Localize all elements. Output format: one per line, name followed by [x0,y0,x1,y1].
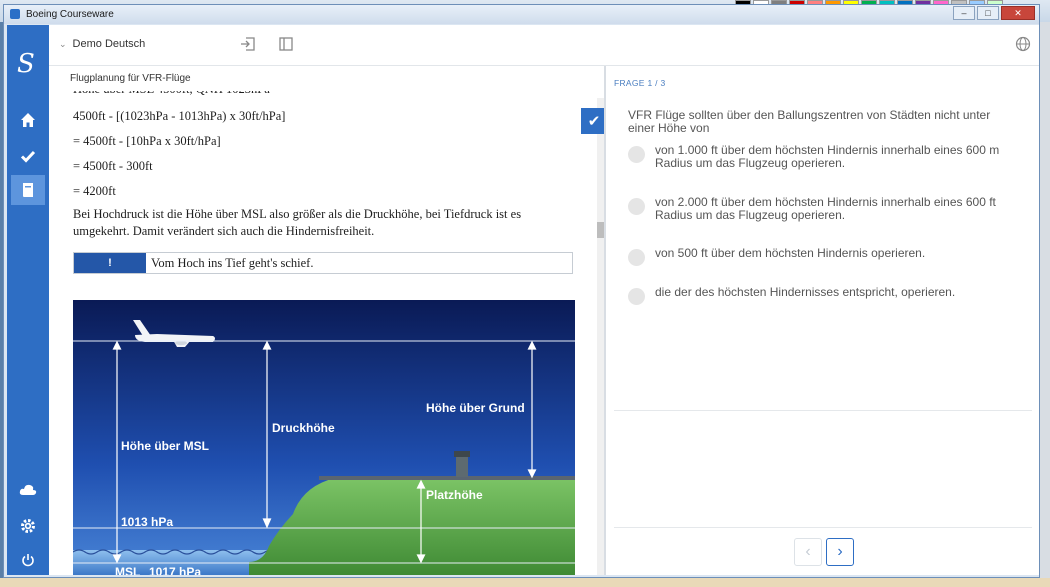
answer-option[interactable]: von 2.000 ft über dem höchsten Hindernis… [628,196,1018,222]
course-select[interactable]: ⌄ Demo Deutsch [59,38,145,50]
cloud-icon[interactable] [11,475,45,505]
gear-icon[interactable] [11,511,45,541]
desktop-background-right [1040,22,1050,578]
calc-line: = 4500ft - 300ft [73,159,153,173]
app-logo-icon: S [17,49,35,79]
answer-text[interactable]: die der des höchsten Hindernisses entspr… [655,286,955,305]
label-ground-height: Höhe über Grund [426,401,525,415]
answer-option[interactable]: von 1.000 ft über dem höchsten Hindernis… [628,144,1018,170]
answer-option[interactable]: von 500 ft über dem höchsten Hindernis o… [628,247,1018,266]
tower-icon [456,455,468,477]
home-icon[interactable] [11,105,45,135]
label-field-height: Platzhöhe [426,488,483,502]
chevron-left-icon: ‹ [805,543,811,560]
tip-box: ! Vom Hoch ins Tief geht's schief. [73,252,573,274]
close-button[interactable]: ✕ [1001,6,1035,20]
answer-text[interactable]: von 500 ft über dem höchsten Hindernis o… [655,247,925,266]
calc-line: 4500ft - [(1023hPa - 1013hPa) x 30ft/hPa… [73,109,286,123]
divider-line [614,527,1032,528]
globe-icon[interactable] [1014,35,1032,53]
next-button[interactable]: › [826,538,854,566]
content-pane: Höhe über MSL 4500ft, QNH 1023hPa 4500ft… [49,66,604,575]
window-titlebar: Boeing Courseware – □ ✕ [4,5,1039,24]
checkmark-icon[interactable] [11,141,45,171]
tip-icon: ! [74,253,146,273]
minimize-button[interactable]: – [953,6,975,20]
question-pane: FRAGE 1 / 3 VFR Flüge sollten über den B… [606,66,1039,575]
lesson-text: Höhe über MSL 4500ft, QNH 1023hPa 4500ft… [73,82,578,240]
content-scrollbar[interactable] [597,98,604,575]
divider-line [614,410,1032,411]
radio-button[interactable] [628,249,645,266]
app-window: Boeing Courseware – □ ✕ S ⌄ Demo Deutsch… [3,4,1040,578]
chevron-down-icon: ⌄ [59,39,67,49]
runway [319,476,575,480]
radio-button[interactable] [628,288,645,305]
split-view-icon[interactable] [277,35,295,53]
label-1013: 1013 hPa [121,515,173,529]
app-icon [10,9,20,19]
calc-line: = 4500ft - [10hPa x 30ft/hPa] [73,134,221,148]
check-tab-icon[interactable]: ✔ [581,108,604,134]
chevron-right-icon: › [837,543,843,560]
label-msl: MSL [115,565,140,575]
calc-line: = 4200ft [73,184,116,198]
previous-button[interactable]: ‹ [794,538,822,566]
answer-text[interactable]: von 2.000 ft über dem höchsten Hindernis… [655,196,1018,222]
explanation-paragraph: Bei Hochdruck ist die Höhe über MSL also… [73,207,522,238]
course-name: Demo Deutsch [72,38,146,50]
label-pressure-height: Druckhöhe [272,421,335,435]
desktop-background-bottom [0,578,1050,587]
altitude-diagram: Höhe über MSL Druckhöhe Höhe über Grund … [72,300,575,575]
tip-text: Vom Hoch ins Tief geht's schief. [151,256,314,270]
radio-button[interactable] [628,198,645,215]
radio-button[interactable] [628,146,645,163]
label-1017: 1017 hPa [149,565,201,575]
exit-icon[interactable] [239,35,257,53]
question-counter: FRAGE 1 / 3 [614,78,666,88]
top-bar: ⌄ Demo Deutsch [49,25,1039,66]
window-title: Boeing Courseware [26,9,114,20]
scrollbar-thumb[interactable] [597,222,604,238]
breadcrumb: Flugplanung für VFR-Flüge [70,66,580,91]
sidebar: S [7,25,49,575]
maximize-button[interactable]: □ [977,6,999,20]
label-msl-height: Höhe über MSL [121,439,209,453]
book-icon[interactable] [11,175,45,205]
power-icon[interactable] [11,545,45,575]
question-text: VFR Flüge sollten über den Ballungszentr… [628,108,991,135]
answer-option[interactable]: die der des höchsten Hindernisses entspr… [628,286,1018,305]
answer-text[interactable]: von 1.000 ft über dem höchsten Hindernis… [655,144,1018,170]
